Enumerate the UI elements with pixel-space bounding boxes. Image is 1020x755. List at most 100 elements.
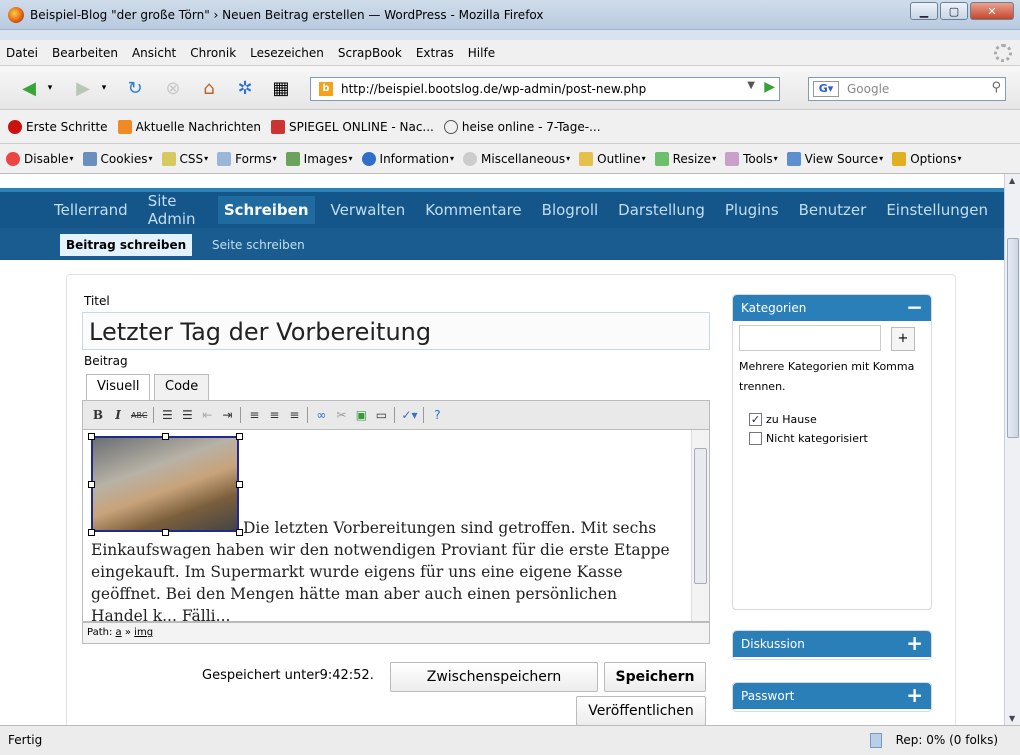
dev-cookies[interactable]: Cookies ▾ [82,151,153,166]
search-engine-icon[interactable]: G▾ [813,81,839,97]
url-dropdown-icon[interactable]: ▼ [747,80,755,91]
wp-menu-einstellungen[interactable]: Einstellungen [882,196,992,224]
resize-handle[interactable] [88,433,95,440]
wp-menu-darstellung[interactable]: Darstellung [614,196,709,224]
align-left-icon[interactable]: ≡ [247,408,261,422]
wp-menu-benutzer[interactable]: Benutzer [795,196,871,224]
bookmark-aktuelle-nachrichten[interactable]: Aktuelle Nachrichten [117,119,261,134]
back-icon[interactable]: ◀ [16,77,42,99]
editor-content[interactable]: Die letzten Vorbereitungen sind getroffe… [82,430,710,622]
back-dropdown-icon[interactable]: ▾ [44,77,56,99]
dev-outline[interactable]: Outline ▾ [579,151,646,166]
wp-menu-kommentare[interactable]: Kommentare [421,196,525,224]
bookmark-heise[interactable]: heise online - 7-Tage-... [443,119,601,134]
wp-submenu-beitrag[interactable]: Beitrag schreiben [60,234,193,256]
bookmark-erste-schritte[interactable]: Erste Schritte [8,119,108,134]
search-icon[interactable]: ⚲ [991,80,1001,95]
go-icon[interactable]: ▶ [764,79,775,95]
align-right-icon[interactable]: ≡ [287,408,301,422]
dev-images[interactable]: Images ▾ [285,151,353,166]
numbered-list-icon[interactable]: ☰ [180,408,194,422]
menu-lesezeichen[interactable]: Lesezeichen [250,46,324,60]
menu-chronik[interactable]: Chronik [190,46,236,60]
title-input[interactable]: Letzter Tag der Vorbereitung [82,312,710,350]
bold-icon[interactable]: B [91,408,105,422]
forward-icon[interactable]: ▶ [70,77,96,99]
help-icon[interactable]: ? [430,408,444,422]
reload-icon[interactable]: ↻ [122,77,148,99]
indent-icon[interactable]: ⇥ [220,408,234,422]
editor-scrollbar[interactable] [691,430,709,621]
dev-css[interactable]: CSS ▾ [161,151,208,166]
image-icon[interactable]: ▣ [354,408,368,422]
collapse-icon[interactable]: − [906,295,923,319]
spellcheck-icon[interactable]: ✓▾ [401,408,417,422]
search-input[interactable]: G▾ Google ⚲ [808,77,1006,101]
screenshot-icon[interactable]: ▦ [268,77,294,99]
wp-menu-blogroll[interactable]: Blogroll [538,196,603,224]
bullet-list-icon[interactable]: ☰ [160,408,174,422]
dev-forms[interactable]: Forms ▾ [217,151,277,166]
resize-handle[interactable] [88,481,95,488]
align-center-icon[interactable]: ≡ [267,408,281,422]
maximize-button[interactable]: ▢ [940,2,968,20]
resize-handle[interactable] [162,433,169,440]
page-scroll-thumb[interactable] [1007,238,1019,438]
new-category-input[interactable] [739,325,881,351]
minimize-button[interactable]: ▁ [910,2,938,20]
outdent-icon[interactable]: ⇤ [200,408,214,422]
menu-hilfe[interactable]: Hilfe [468,46,495,60]
wp-menu-site-admin[interactable]: Site Admin [144,187,206,233]
category-nicht-kategorisiert[interactable]: Nicht kategorisiert [749,432,868,445]
strikethrough-icon[interactable]: ABC [131,411,147,420]
dev-resize[interactable]: Resize ▾ [654,151,716,166]
dev-information[interactable]: Information ▾ [361,151,454,166]
scroll-up-icon[interactable]: ▲ [1009,176,1015,185]
url-bar[interactable]: b http://beispiel.bootslog.de/wp-admin/p… [310,77,780,101]
tab-code[interactable]: Code [154,374,210,400]
close-button[interactable]: ✕ [970,2,1014,20]
dev-miscellaneous[interactable]: Miscellaneous ▾ [463,151,570,166]
path-img-link[interactable]: img [134,627,153,638]
menu-extras[interactable]: Extras [416,46,454,60]
resize-handle[interactable] [236,481,243,488]
more-icon[interactable]: ▭ [374,408,388,422]
wp-menu-schreiben[interactable]: Schreiben [217,196,315,224]
page-scrollbar[interactable]: ▲ ▼ [1004,174,1020,725]
publish-button[interactable]: Veröffentlichen [576,696,706,726]
save-draft-button[interactable]: Zwischenspeichern [390,662,598,692]
stop-icon[interactable]: ⊗ [160,77,186,99]
unlink-icon[interactable]: ✂ [334,408,348,422]
wp-menu-plugins[interactable]: Plugins [721,196,783,224]
scroll-down-icon[interactable]: ▼ [1009,714,1015,723]
menu-datei[interactable]: Datei [6,46,38,60]
categories-header[interactable]: Kategorien − [733,295,931,321]
tab-visuell[interactable]: Visuell [86,374,151,400]
menu-bearbeiten[interactable]: Bearbeiten [52,46,118,60]
wp-submenu-seite[interactable]: Seite schreiben [206,234,311,256]
expand-icon[interactable]: + [906,631,923,655]
path-a-link[interactable]: a [116,627,122,638]
save-button[interactable]: Speichern [604,662,706,692]
discussion-header[interactable]: Diskussion + [733,631,931,657]
wp-menu-tellerrand[interactable]: Tellerrand [50,196,132,224]
menu-scrapbook[interactable]: ScrapBook [338,46,402,60]
category-zu-hause[interactable]: ✓ zu Hause [749,413,817,426]
menu-ansicht[interactable]: Ansicht [132,46,176,60]
dev-options[interactable]: Options ▾ [892,151,962,166]
gear-icon[interactable]: ✲ [232,77,258,99]
link-icon[interactable]: ∞ [314,408,328,422]
resize-handle[interactable] [236,433,243,440]
forward-dropdown-icon[interactable]: ▾ [98,77,110,99]
home-icon[interactable]: ⌂ [196,77,222,99]
italic-icon[interactable]: I [111,408,125,422]
bookmark-spiegel[interactable]: SPIEGEL ONLINE - Nac... [270,119,434,134]
dev-disable[interactable]: Disable ▾ [6,151,74,166]
add-category-button[interactable]: + [891,327,915,351]
checkbox-checked[interactable]: ✓ [749,413,762,426]
dev-view-source[interactable]: View Source ▾ [786,151,883,166]
dev-tools[interactable]: Tools ▾ [725,151,778,166]
wp-menu-verwalten[interactable]: Verwalten [327,196,410,224]
checkbox-unchecked[interactable] [749,432,762,445]
editor-scroll-thumb[interactable] [694,448,707,584]
